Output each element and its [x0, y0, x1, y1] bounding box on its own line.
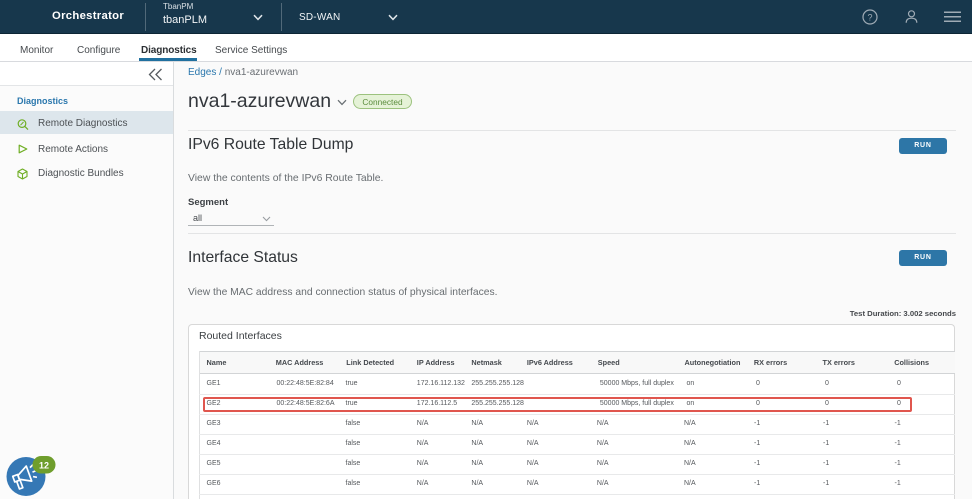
svg-text:12: 12: [39, 461, 49, 471]
svg-text:?: ?: [867, 13, 872, 23]
